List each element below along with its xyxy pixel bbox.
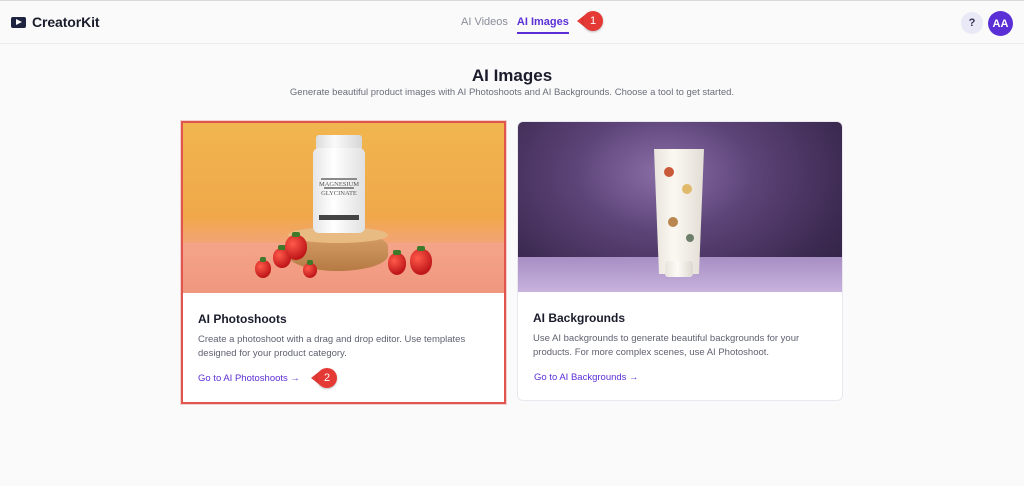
card-title: AI Backgrounds	[533, 311, 626, 325]
tab-ai-images[interactable]: AI Images	[516, 16, 569, 34]
card-body: AI Backgrounds Use AI backgrounds to gen…	[518, 292, 842, 360]
go-to-ai-photoshoots-link[interactable]: Go to AI Photoshoots →	[198, 373, 300, 384]
product-image-supplement: MAGNESIUM GLYCINATE	[183, 123, 504, 293]
card-description: Use AI backgrounds to generate beautiful…	[533, 333, 800, 358]
top-bar: CreatorKit AI Videos AI Images 1 ? AA	[0, 0, 1024, 44]
logo-icon	[11, 16, 26, 28]
product-image-cosmetic-tube	[518, 122, 842, 292]
page-title: AI Images	[471, 66, 553, 85]
avatar[interactable]: AA	[988, 11, 1013, 36]
card-body: AI Photoshoots Create a photoshoot with …	[183, 293, 504, 361]
go-to-ai-backgrounds-link[interactable]: Go to AI Backgrounds →	[534, 372, 639, 383]
nav-tabs: AI Videos AI Images	[461, 16, 569, 34]
card-title: AI Photoshoots	[198, 312, 287, 326]
tab-ai-videos[interactable]: AI Videos	[461, 16, 508, 34]
svg-text:MAGNESIUM: MAGNESIUM	[319, 181, 359, 188]
flower-icon	[668, 217, 678, 227]
cosmetic-tube	[654, 149, 704, 274]
page-subtitle: Generate beautiful product images with A…	[289, 87, 735, 98]
help-button[interactable]: ?	[961, 12, 983, 34]
strawberry-icon	[303, 260, 317, 278]
card-ai-backgrounds[interactable]: AI Backgrounds Use AI backgrounds to gen…	[517, 121, 843, 401]
card-ai-photoshoots[interactable]: MAGNESIUM GLYCINATE AI Photoshoots Creat…	[181, 121, 506, 404]
strawberry-icon	[410, 246, 432, 275]
annotation-marker-2: 2	[311, 368, 337, 388]
annotation-marker-1: 1	[577, 11, 603, 31]
tube-cap	[665, 261, 693, 277]
svg-text:GLYCINATE: GLYCINATE	[321, 190, 357, 197]
strawberry-icon	[285, 232, 307, 260]
bottle-label-text: MAGNESIUM GLYCINATE	[319, 181, 359, 197]
strawberry-icon	[255, 257, 271, 278]
annotation-number: 2	[317, 368, 337, 388]
app-name: CreatorKit	[32, 14, 100, 30]
flower-icon	[682, 184, 692, 194]
annotation-number: 1	[583, 11, 603, 31]
card-description: Create a photoshoot with a drag and drop…	[198, 334, 466, 359]
strawberry-icon	[388, 250, 406, 275]
flower-icon	[686, 234, 694, 242]
logo[interactable]: CreatorKit	[11, 14, 100, 30]
flower-icon	[664, 167, 674, 177]
